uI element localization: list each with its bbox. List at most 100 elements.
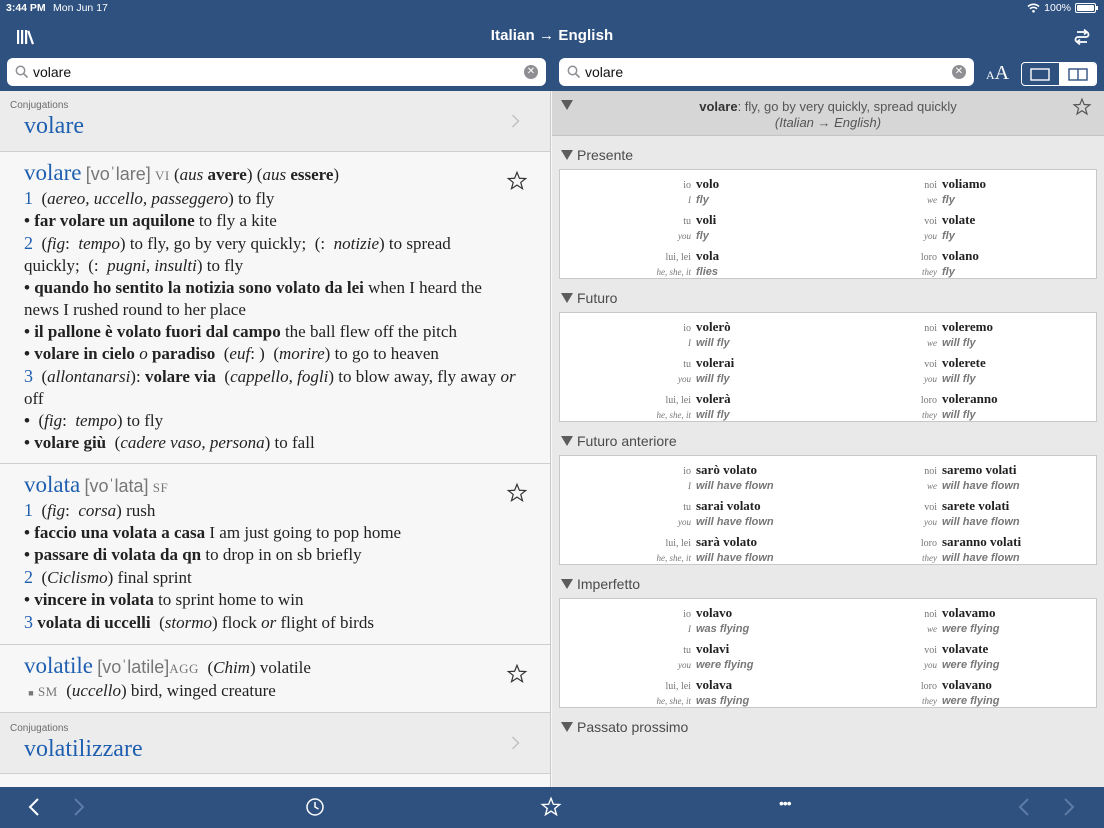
example: • faccio una volata a casa I am just goi… — [24, 523, 402, 542]
conjugation-row: voi volate — [902, 212, 986, 230]
forward-icon[interactable] — [1062, 797, 1076, 817]
conjugation-row: you fly — [656, 230, 719, 248]
english-form: was flying — [696, 695, 750, 707]
pronoun: tu — [683, 359, 691, 370]
star-icon[interactable] — [506, 663, 528, 685]
conjugations-label: Conjugations — [10, 723, 69, 734]
pronoun: you — [678, 517, 691, 527]
conjugation-row: io volavo — [656, 605, 753, 623]
conjugation-row: lui, lei volerà — [656, 391, 734, 409]
collapse-triangle-icon — [561, 150, 573, 160]
conjugations-label: Conjugations — [10, 100, 69, 111]
pronoun: we — [927, 338, 937, 348]
conjugation-column-left: io sarò volato Iwill have flown tu sarai vol… — [656, 462, 774, 570]
part-of-speech: AGG — [169, 661, 199, 676]
single-pane-button[interactable] — [1022, 63, 1060, 85]
pronoun: you — [924, 374, 937, 384]
sense-3: 3 volata di uccelli (stormo) flock or fl… — [24, 612, 374, 632]
font-size-button[interactable]: AA — [986, 62, 1009, 85]
pronoun: we — [927, 195, 937, 205]
search-input-right[interactable] — [585, 60, 952, 84]
star-icon[interactable] — [1072, 97, 1092, 117]
english-form: fly — [942, 266, 955, 278]
status-date: Mon Jun 17 — [53, 2, 108, 14]
sub-sense: ■ SM (uccello) bird, winged creature — [28, 681, 276, 700]
conjugation-row: you were flying — [656, 659, 753, 677]
english-form: will have flown — [942, 516, 1020, 528]
pronoun: noi — [924, 466, 937, 477]
split-pane-icon — [1068, 67, 1088, 81]
collapse-triangle-icon — [561, 579, 573, 589]
italian-form: volerò — [696, 319, 731, 334]
sense-1: 1 (fig: corsa) rush — [24, 500, 156, 520]
english-form: fly — [942, 230, 955, 242]
english-form: were flying — [696, 659, 754, 671]
conjugation-row: noi voleremo — [902, 319, 998, 337]
bottom-toolbar: ••• — [0, 787, 1104, 828]
tense-title-label: Presente — [577, 147, 634, 163]
pronoun: he, she, it — [656, 267, 692, 277]
pronoun: they — [922, 553, 937, 563]
conjugations-row-volare[interactable]: Conjugations volare — [0, 91, 550, 152]
more-button[interactable]: ••• — [779, 795, 792, 811]
tense-title-label: Passato prossimo — [577, 719, 689, 735]
search-input-left[interactable] — [33, 60, 524, 84]
star-icon[interactable] — [506, 170, 528, 192]
swap-icon[interactable] — [1074, 28, 1090, 46]
conjugation-column-right: noi volavamo we were flying voi volavate you we… — [902, 605, 1000, 713]
collapse-triangle-icon[interactable] — [561, 100, 573, 110]
conjugation-row: we were flying — [902, 623, 999, 641]
conjugation-table: io sarò volato Iwill have flown tu sarai vol… — [559, 455, 1097, 565]
pronoun: they — [922, 410, 937, 420]
conjugation-row: Iwill fly — [656, 337, 734, 355]
battery-icon — [1075, 3, 1098, 13]
back-icon[interactable] — [27, 797, 41, 817]
pronoun: voi — [924, 645, 937, 656]
clear-icon[interactable]: ✕ — [524, 65, 538, 79]
pronoun: lui, lei — [665, 395, 691, 406]
tense-title[interactable]: Passato prossimo — [552, 716, 1104, 738]
pronoun: lui, lei — [665, 538, 691, 549]
search-icon — [15, 65, 29, 79]
conjugation-row: Iwill have flown — [656, 480, 774, 498]
conjugation-row: noi voliamo — [902, 176, 986, 194]
tense-title[interactable]: Imperfetto — [552, 573, 1104, 595]
back-icon[interactable] — [1017, 797, 1031, 817]
tense-title-label: Futuro anteriore — [577, 433, 677, 449]
collapse-triangle-icon — [561, 436, 573, 446]
conjugation-row: loro saranno volati — [902, 534, 1021, 552]
single-pane-icon — [1030, 67, 1050, 81]
english-form: was flying — [696, 623, 750, 635]
chevron-right-icon — [511, 114, 520, 128]
star-icon[interactable] — [506, 482, 528, 504]
tense-title-label: Futuro — [577, 290, 618, 306]
example: • (fig: tempo) to fly — [24, 411, 164, 430]
conjugation-row: we will fly — [902, 337, 998, 355]
headword: volata — [24, 472, 81, 497]
split-pane-button[interactable] — [1059, 63, 1096, 85]
conjugation-table: io volerò Iwill fly tu volerai you will fly lui… — [559, 312, 1097, 422]
english-form: were flying — [942, 659, 1000, 671]
tense-title[interactable]: Presente — [552, 144, 1104, 166]
conjugation-header: volare: fly, go by very quickly, spread … — [552, 91, 1104, 136]
italian-form: voleremo — [942, 319, 994, 334]
forward-icon[interactable] — [72, 797, 86, 817]
history-icon[interactable] — [305, 797, 325, 817]
conjugation-definition: : fly, go by very quickly, spread quickl… — [737, 99, 957, 114]
pronoun: you — [924, 660, 937, 670]
conjugation-row: tu voli — [656, 212, 719, 230]
pronoun: you — [678, 660, 691, 670]
conjugation-row: noi volavamo — [902, 605, 999, 623]
pronoun: they — [922, 696, 937, 706]
english-form: were flying — [942, 623, 1000, 635]
italian-form: voliamo — [942, 176, 987, 191]
favorites-icon[interactable] — [540, 796, 562, 818]
battery-percent: 100% — [1044, 2, 1071, 14]
conjugation-row: we fly — [902, 194, 986, 212]
tense-title[interactable]: Futuro anteriore — [552, 430, 1104, 452]
conjugations-row-volatilizzare[interactable]: Conjugations volatilizzare — [0, 713, 550, 774]
italian-form: sarà volato — [696, 534, 758, 549]
search-icon — [567, 65, 581, 79]
clear-icon[interactable]: ✕ — [952, 65, 966, 79]
tense-title[interactable]: Futuro — [552, 287, 1104, 309]
